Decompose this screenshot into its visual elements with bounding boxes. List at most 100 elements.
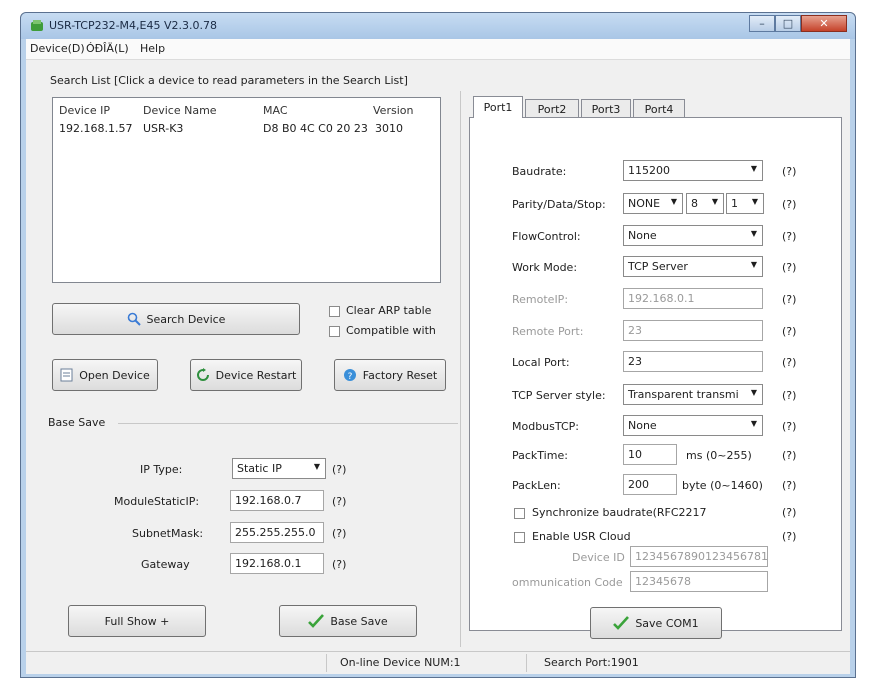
remote-ip-help[interactable]: (?) [782, 293, 796, 306]
tab-port4[interactable]: Port4 [633, 99, 685, 118]
close-button[interactable]: ✕ [801, 15, 847, 32]
modbus-value: None [628, 419, 657, 432]
row-ip: 192.168.1.57 [59, 122, 133, 135]
app-icon [31, 20, 43, 31]
remote-ip-input[interactable]: 192.168.0.1 [623, 288, 763, 309]
packlen-unit: byte (0~1460) [682, 479, 763, 492]
sync-baudrate-help[interactable]: (?) [782, 506, 796, 519]
local-port-label: Local Port: [512, 356, 570, 369]
gateway-help[interactable]: (?) [332, 558, 346, 571]
full-show-button[interactable]: Full Show + [68, 605, 206, 637]
menu-language[interactable]: ÓÐÎÄ(L) [86, 42, 129, 55]
modbus-select[interactable]: None ▼ [623, 415, 763, 436]
data-bits-value: 8 [691, 197, 698, 210]
client-area: Device(D) ÓÐÎÄ(L) Help Search List [Clic… [26, 39, 850, 674]
title-bar: USR-TCP232-M4,E45 V2.3.0.78 – □ ✕ [21, 13, 855, 39]
factory-reset-button[interactable]: ? Factory Reset [334, 359, 446, 391]
column-version[interactable]: Version [373, 104, 413, 117]
minimize-icon: – [759, 17, 765, 30]
svg-text:?: ? [347, 372, 352, 382]
device-id-label: Device ID [572, 551, 625, 564]
packlen-input[interactable]: 200 [623, 474, 677, 495]
baudrate-help[interactable]: (?) [782, 165, 796, 178]
online-device-count: On-line Device NUM:1 [340, 656, 461, 669]
flow-control-select[interactable]: None ▼ [623, 225, 763, 246]
chevron-down-icon: ▼ [670, 197, 677, 206]
subnet-mask-input[interactable]: 255.255.255.0 [230, 522, 324, 543]
packlen-help[interactable]: (?) [782, 479, 796, 492]
ip-type-select[interactable]: Static IP ▼ [232, 458, 326, 479]
tab-port1-label: Port1 [483, 101, 513, 114]
minimize-button[interactable]: – [749, 15, 775, 32]
save-com-button[interactable]: Save COM1 [590, 607, 722, 639]
local-port-help[interactable]: (?) [782, 356, 796, 369]
stop-bits-select[interactable]: 1 ▼ [726, 193, 764, 214]
baudrate-select[interactable]: 115200 ▼ [623, 160, 763, 181]
help-icon: ? [343, 369, 356, 382]
remote-port-help[interactable]: (?) [782, 325, 796, 338]
tcp-style-select[interactable]: Transparent transmi ▼ [623, 384, 763, 405]
tcp-style-help[interactable]: (?) [782, 389, 796, 402]
gateway-input[interactable]: 192.168.0.1 [230, 553, 324, 574]
comm-code-label: ommunication Code [512, 576, 623, 589]
search-device-button[interactable]: Search Device [52, 303, 300, 335]
close-icon: ✕ [819, 17, 829, 30]
tab-port3[interactable]: Port3 [581, 99, 631, 118]
column-device-name[interactable]: Device Name [143, 104, 217, 117]
static-ip-value: 192.168.0.7 [235, 494, 302, 507]
open-device-button[interactable]: Open Device [52, 359, 158, 391]
search-port: Search Port:1901 [544, 656, 639, 669]
static-ip-input[interactable]: 192.168.0.7 [230, 490, 324, 511]
menu-help[interactable]: Help [140, 42, 165, 55]
app-window: USR-TCP232-M4,E45 V2.3.0.78 – □ ✕ Device… [20, 12, 856, 678]
menu-device[interactable]: Device(D) [30, 42, 85, 55]
compatible-checkbox[interactable] [329, 326, 340, 337]
work-mode-select[interactable]: TCP Server ▼ [623, 256, 763, 277]
menu-bar: Device(D) ÓÐÎÄ(L) Help [26, 39, 850, 60]
packtime-input[interactable]: 10 [623, 444, 677, 465]
clear-arp-checkbox[interactable] [329, 306, 340, 317]
sync-baudrate-checkbox[interactable] [514, 508, 525, 519]
maximize-button[interactable]: □ [775, 15, 801, 32]
flow-control-value: None [628, 229, 657, 242]
modbus-help[interactable]: (?) [782, 420, 796, 433]
usr-cloud-checkbox[interactable] [514, 532, 525, 543]
base-save-button[interactable]: Base Save [279, 605, 417, 637]
chevron-down-icon: ▼ [750, 388, 757, 397]
local-port-input[interactable]: 23 [623, 351, 763, 372]
packtime-help[interactable]: (?) [782, 449, 796, 462]
gateway-value: 192.168.0.1 [235, 557, 302, 570]
column-device-ip[interactable]: Device IP [59, 104, 110, 117]
usr-cloud-help[interactable]: (?) [782, 530, 796, 543]
remote-port-input[interactable]: 23 [623, 320, 763, 341]
clear-arp-label: Clear ARP table [346, 304, 432, 317]
parity-select[interactable]: NONE ▼ [623, 193, 683, 214]
subnet-mask-help[interactable]: (?) [332, 527, 346, 540]
device-id-input[interactable]: 1234567890123456781 [630, 546, 768, 567]
remote-port-value: 23 [628, 324, 642, 337]
modbus-label: ModbusTCP: [512, 420, 579, 433]
column-mac[interactable]: MAC [263, 104, 288, 117]
ip-type-help[interactable]: (?) [332, 463, 346, 476]
static-ip-label: ModuleStaticIP: [114, 495, 200, 508]
device-restart-button[interactable]: Device Restart [190, 359, 302, 391]
work-mode-label: Work Mode: [512, 261, 578, 274]
row-mac: D8 B0 4C C0 20 23 [263, 122, 368, 135]
data-bits-select[interactable]: 8 ▼ [686, 193, 724, 214]
tab-port1[interactable]: Port1 [473, 96, 523, 118]
search-list[interactable]: Device IP Device Name MAC Version 192.16… [52, 97, 441, 283]
row-version: 3010 [375, 122, 403, 135]
ip-type-label: IP Type: [140, 463, 183, 476]
subnet-mask-label: SubnetMask: [132, 527, 204, 540]
chevron-down-icon: ▼ [751, 197, 758, 206]
static-ip-help[interactable]: (?) [332, 495, 346, 508]
flow-control-help[interactable]: (?) [782, 230, 796, 243]
tab-port2[interactable]: Port2 [525, 99, 579, 118]
parity-value: NONE [628, 197, 661, 210]
parity-help[interactable]: (?) [782, 198, 796, 211]
chevron-down-icon: ▼ [750, 419, 757, 428]
work-mode-help[interactable]: (?) [782, 261, 796, 274]
comm-code-input[interactable]: 12345678 [630, 571, 768, 592]
packlen-value: 200 [628, 478, 649, 491]
status-divider [326, 654, 327, 672]
